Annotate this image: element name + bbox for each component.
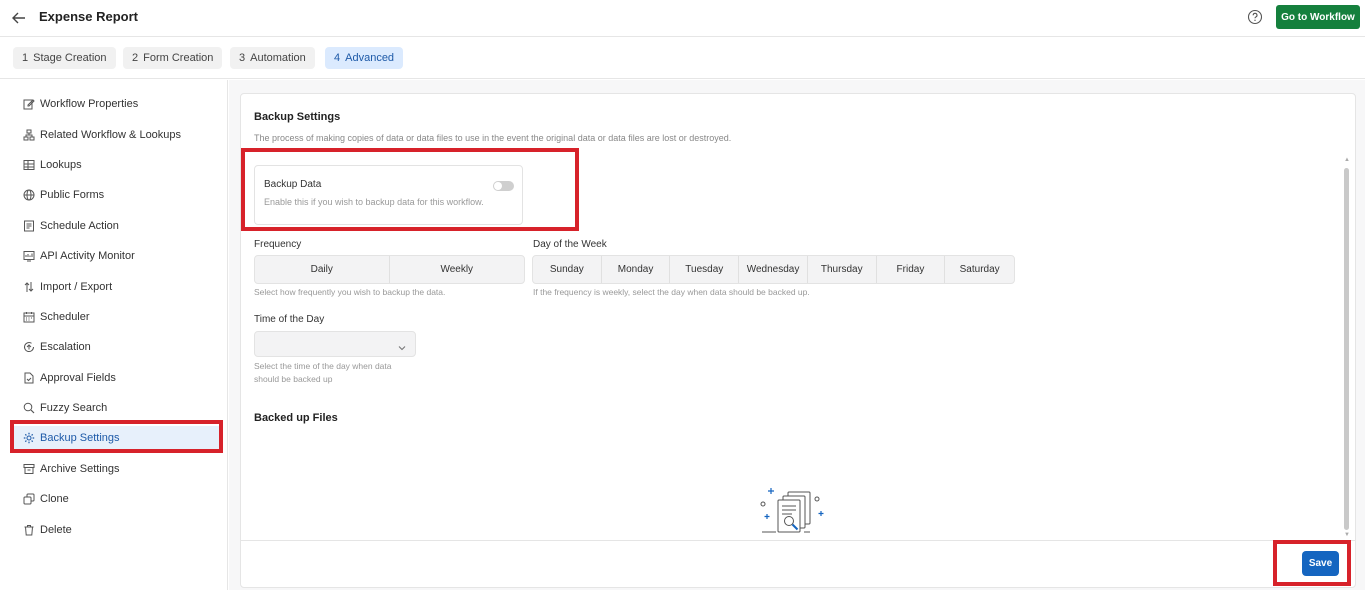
- edit-icon: [22, 97, 36, 111]
- escalation-icon: [22, 340, 36, 354]
- sidebar-item-label: Delete: [40, 524, 72, 536]
- backup-data-title: Backup Data: [264, 179, 322, 190]
- day-option-sunday[interactable]: Sunday: [533, 256, 602, 283]
- time-of-day-label: Time of the Day: [254, 314, 325, 325]
- frequency-label: Frequency: [254, 239, 302, 250]
- sidebar-item-label: Scheduler: [40, 311, 90, 323]
- back-arrow-icon[interactable]: [9, 8, 29, 28]
- sidebar-item-escalation[interactable]: Escalation: [14, 335, 220, 359]
- sidebar-item-delete[interactable]: Delete: [14, 518, 220, 542]
- day-option-monday[interactable]: Monday: [602, 256, 671, 283]
- frequency-option-weekly[interactable]: Weekly: [390, 256, 525, 283]
- sidebar-item-label: Clone: [40, 493, 69, 505]
- sidebar-item-label: Lookups: [40, 159, 82, 171]
- sidebar-item-label: Public Forms: [40, 189, 105, 201]
- tab-form-creation[interactable]: 2 Form Creation: [123, 47, 223, 69]
- frequency-option-daily[interactable]: Daily: [255, 256, 390, 283]
- day-of-week-label: Day of the Week: [533, 239, 607, 250]
- archive-icon: [22, 462, 36, 476]
- day-option-saturday[interactable]: Saturday: [945, 256, 1014, 283]
- table-icon: [22, 158, 36, 172]
- globe-icon: [22, 188, 36, 202]
- sidebar-item-workflow-properties[interactable]: Workflow Properties: [14, 92, 220, 116]
- toggle-knob: [494, 182, 502, 190]
- sidebar-item-fuzzy-search[interactable]: Fuzzy Search: [14, 396, 220, 420]
- time-of-day-hint-line: should be backed up: [254, 374, 333, 384]
- sidebar-item-label: Related Workflow & Lookups: [40, 129, 182, 141]
- sidebar-item-label: Archive Settings: [40, 463, 120, 475]
- tab-stage-creation[interactable]: 1 Stage Creation: [13, 47, 116, 69]
- sidebar-item-scheduler[interactable]: Scheduler: [14, 305, 220, 329]
- sidebar-item-label: Workflow Properties: [40, 98, 139, 110]
- trash-icon: [22, 523, 36, 537]
- step-number: 1: [22, 52, 29, 64]
- step-label: Form Creation: [143, 52, 214, 64]
- sidebar-item-label: API Activity Monitor: [40, 250, 135, 262]
- gear-icon: [22, 431, 36, 445]
- sidebar-item-related-workflow[interactable]: Related Workflow & Lookups: [14, 123, 220, 147]
- sidebar-item-lookups[interactable]: Lookups: [14, 153, 220, 177]
- calendar-icon: [22, 310, 36, 324]
- sidebar-item-label: Escalation: [40, 341, 91, 353]
- file-check-icon: [22, 371, 36, 385]
- arrows-icon: [22, 280, 36, 294]
- sidebar-item-archive-settings[interactable]: Archive Settings: [14, 457, 220, 481]
- backup-data-description: Enable this if you wish to backup data f…: [264, 197, 484, 207]
- scroll-down-arrow-icon[interactable]: ▼: [1344, 532, 1350, 538]
- scrollbar-thumb[interactable]: [1344, 168, 1349, 530]
- day-option-wednesday[interactable]: Wednesday: [739, 256, 808, 283]
- search-icon: [22, 401, 36, 415]
- step-label: Automation: [250, 52, 306, 64]
- time-of-day-select[interactable]: [254, 331, 416, 357]
- backup-data-card: [254, 165, 523, 225]
- go-to-workflow-button[interactable]: Go to Workflow: [1276, 5, 1360, 29]
- list-icon: [22, 219, 36, 233]
- step-number: 3: [239, 52, 246, 64]
- backup-data-toggle[interactable]: [493, 181, 514, 191]
- backed-up-files-title: Backed up Files: [254, 412, 338, 424]
- tab-advanced[interactable]: 4 Advanced: [325, 47, 404, 69]
- day-option-tuesday[interactable]: Tuesday: [670, 256, 740, 283]
- tab-automation[interactable]: 3 Automation: [230, 47, 315, 69]
- step-label: Advanced: [345, 52, 395, 64]
- day-option-thursday[interactable]: Thursday: [808, 256, 877, 283]
- save-button[interactable]: Save: [1302, 551, 1339, 576]
- footer-divider: [241, 540, 1355, 541]
- chevron-down-icon: [397, 340, 407, 351]
- sidebar-item-clone[interactable]: Clone: [14, 487, 220, 511]
- sidebar-item-schedule-action[interactable]: Schedule Action: [14, 214, 220, 238]
- sidebar-item-label: Backup Settings: [40, 432, 120, 444]
- sidebar-item-label: Approval Fields: [40, 372, 116, 384]
- day-of-week-hint: If the frequency is weekly, select the d…: [533, 287, 810, 297]
- sidebar-item-approval-fields[interactable]: Approval Fields: [14, 366, 220, 390]
- section-title: Backup Settings: [254, 111, 341, 123]
- frequency-selector: Daily Weekly: [254, 255, 525, 284]
- sidebar-item-label: Schedule Action: [40, 220, 119, 232]
- sidebar-item-api-activity-monitor[interactable]: API Activity Monitor: [14, 244, 220, 268]
- section-description: The process of making copies of data or …: [254, 133, 732, 143]
- monitor-icon: [22, 249, 36, 263]
- day-option-friday[interactable]: Friday: [877, 256, 946, 283]
- hierarchy-icon: [22, 128, 36, 142]
- sidebar-item-label: Fuzzy Search: [40, 402, 108, 414]
- sidebar-item-import-export[interactable]: Import / Export: [14, 275, 220, 299]
- top-header: Expense Report Go to Workflow: [0, 0, 1365, 37]
- sidebar-item-label: Import / Export: [40, 281, 113, 293]
- help-icon[interactable]: [1247, 9, 1263, 25]
- copy-icon: [22, 492, 36, 506]
- time-of-day-hint: Select the time of the day when data sho…: [254, 360, 392, 386]
- step-number: 2: [132, 52, 139, 64]
- sidebar-item-backup-settings[interactable]: Backup Settings: [14, 426, 220, 450]
- time-of-day-hint-line: Select the time of the day when data: [254, 361, 392, 371]
- frequency-hint: Select how frequently you wish to backup…: [254, 287, 446, 297]
- page-title: Expense Report: [39, 9, 138, 24]
- step-number: 4: [334, 52, 341, 64]
- step-label: Stage Creation: [33, 52, 107, 64]
- sidebar-item-public-forms[interactable]: Public Forms: [14, 183, 220, 207]
- day-of-week-selector: Sunday Monday Tuesday Wednesday Thursday…: [532, 255, 1015, 284]
- step-tabs: 1 Stage Creation 2 Form Creation 3 Autom…: [0, 37, 1365, 79]
- scroll-up-arrow-icon[interactable]: ▲: [1344, 157, 1350, 163]
- empty-files-illustration-icon: [758, 485, 826, 535]
